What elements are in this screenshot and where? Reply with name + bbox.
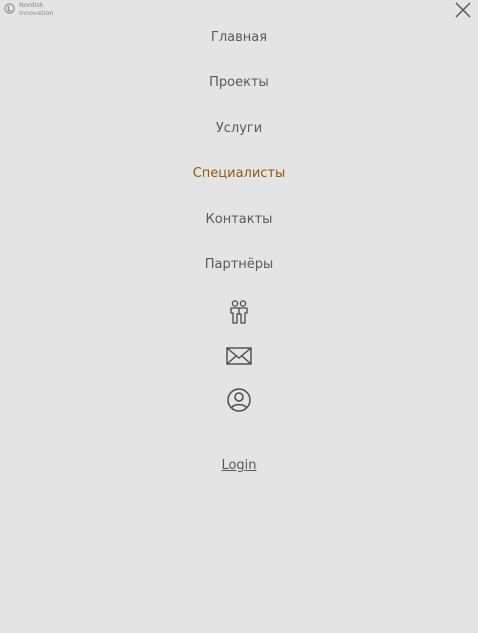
menu-item-projects[interactable]: Проекты: [0, 75, 478, 91]
logo-text: Nordisk Innovation: [19, 1, 54, 17]
partners-icon: [230, 300, 248, 324]
logo-mark-icon: [4, 3, 15, 14]
close-icon[interactable]: [454, 1, 472, 19]
mail-link[interactable]: [0, 346, 478, 366]
brand-logo[interactable]: Nordisk Innovation: [4, 1, 54, 17]
login-link[interactable]: Login: [0, 458, 478, 474]
menu-item-contacts[interactable]: Контакты: [0, 212, 478, 228]
user-account-icon: [227, 388, 251, 412]
mail-icon: [226, 347, 252, 365]
menu-item-partners[interactable]: Партнёры: [0, 257, 478, 273]
menu-item-home[interactable]: Главная: [0, 30, 478, 46]
menu-item-services[interactable]: Услуги: [0, 121, 478, 137]
account-link[interactable]: [0, 387, 478, 413]
menu-item-specialists[interactable]: Специалисты: [0, 166, 478, 182]
logo-line-2: Innovation: [19, 8, 54, 17]
partners-link[interactable]: [0, 299, 478, 325]
